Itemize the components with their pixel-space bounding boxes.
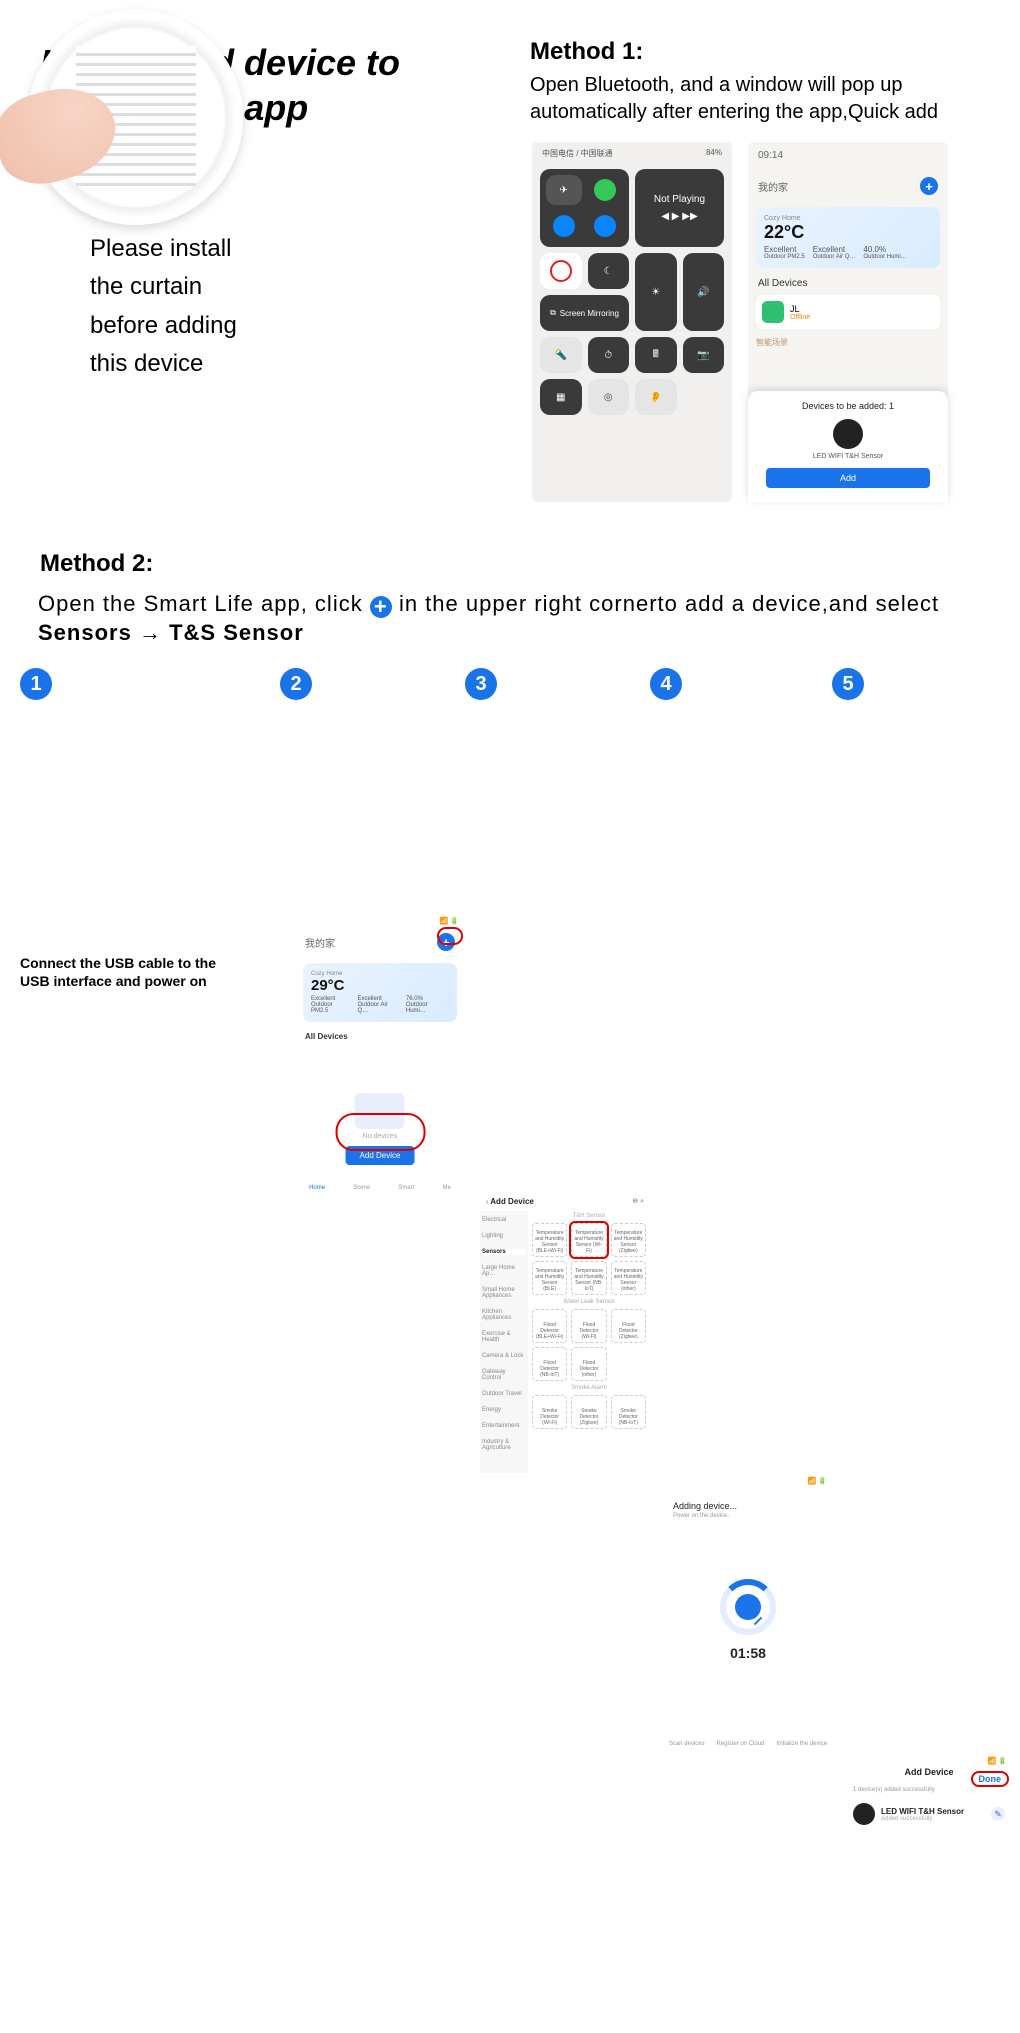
sensor-option[interactable]: Smoke Detector (Wi-Fi) [532,1395,567,1429]
banner-text: 智能场景 [756,337,940,348]
step-badge-5: 5 [832,668,864,700]
done-button[interactable]: Done [971,1771,1010,1787]
wifi-icon [553,215,575,237]
sensor-option[interactable]: Temperature and Humidity Sensor (BLE) [532,1261,567,1295]
step4-screenshot: 📶 🔋 Adding device... Power on the device… [663,1473,833,1753]
category-sidebar: ElectricalLighting Sensors Large Home Ap… [480,1211,528,1473]
sensor-option[interactable]: Temperature and Humidity Sensor (BLE+Wi-… [532,1223,567,1257]
step-badge-3: 3 [465,668,497,700]
sensor-option-selected[interactable]: Temperature and Humidity Sensor (Wi-Fi) [571,1223,606,1257]
step5-screenshot: 📶 🔋 Add Device Done 1 device(s) added su… [845,1753,1013,2033]
tab-scene[interactable]: Scene [353,1185,370,1191]
device-row[interactable]: JL Offline [756,295,940,329]
tab-smart[interactable]: Smart [398,1185,414,1191]
rotation-lock-icon [540,253,582,289]
success-summary: 1 device(s) added successfully [853,1787,1005,1793]
method1-heading: Method 1: [530,38,643,66]
device-icon [762,301,784,323]
highlight-oval [437,927,463,945]
note-line: before adding [90,307,237,345]
method1-description: Open Bluetooth, and a window will pop up… [530,72,1010,126]
added-device-row: LED WIFI T&H Sensor Added successfully ✎ [853,1803,1005,1825]
progress-steps: Scan devices Register on Cloud Initializ… [663,1741,833,1747]
sensor-option[interactable]: Flood Detector (Zigbee) [611,1309,646,1343]
plus-icon: + [370,596,392,618]
airplane-icon: ✈ [546,175,582,205]
adding-title: Adding device... [663,1485,833,1511]
do-not-disturb-icon: ☾ [588,253,630,289]
tab-home[interactable]: Home [309,1185,325,1191]
method2-description: Open the Smart Life app, click + in the … [38,590,998,647]
tab-bar: Home Scene Smart Me [295,1185,465,1191]
carrier-label: 中国电信 / 中国联通 [542,148,613,159]
edit-icon[interactable]: ✎ [991,1807,1005,1821]
sensor-option[interactable]: Flood Detector (other) [571,1347,606,1381]
step-badge-2: 2 [280,668,312,700]
timer-icon: ⏱ [588,337,630,373]
search-icon [735,1594,761,1620]
sensor-option[interactable]: Flood Detector (NB-IoT) [532,1347,567,1381]
connectivity-tile: ✈ [540,169,629,247]
step-badge-4: 4 [650,668,682,700]
time-label: 09:14 [758,150,783,161]
popup-add-button[interactable]: Add [766,468,930,488]
media-tile: Not Playing ◀ ▶ ▶▶ [635,169,724,247]
popup-title: Devices to be added: 1 [756,401,940,411]
discover-popup: Devices to be added: 1 LED WIFI T&H Sens… [748,391,948,502]
home-name: 我的家 [758,179,788,194]
battery-label: 84% [706,148,722,159]
sensor-option[interactable]: Temperature and Humidity Sensor (other) [611,1261,646,1295]
step-badge-1: 1 [20,668,52,700]
progress-spinner [720,1579,776,1635]
qr-icon: ▦ [540,379,582,415]
weather-card: Cozy Home 22°C ExcellentOutdoor PM2.5 Ex… [756,207,940,268]
bluetooth-icon [594,215,616,237]
accessibility-icon: ◎ [588,379,630,415]
screenshot-app-home: 09:14 我的家 + Cozy Home 22°C ExcellentOutd… [748,142,948,502]
all-devices-heading: All Devices [748,272,948,295]
device-icon [853,1803,875,1825]
empty-state: No devices Add Device [346,1073,415,1165]
note-line: Please install [90,230,237,268]
method2-heading: Method 2: [40,550,153,578]
step3-screenshot: ‹ Add Device⊖ ⌕ ElectricalLighting Senso… [480,1193,650,1473]
note-line: the curtain [90,268,237,306]
hearing-icon: 👂 [635,379,677,415]
adding-subtitle: Power on the device. [663,1511,833,1519]
camera-icon: 📷 [683,337,725,373]
install-note: Please install the curtain before adding… [90,230,237,384]
note-line: this device [90,345,237,383]
sensor-option[interactable]: Flood Detector (Wi-Fi) [571,1309,606,1343]
calculator-icon: 🖩 [635,337,677,373]
screen-mirroring-tile: ⧉ Screen Mirroring [540,295,629,331]
step2-screenshot: 📶 🔋 我的家+ Cozy Home 29°C ExcellentOutdoor… [295,913,465,1193]
step1-caption: Connect the USB cable to the USB interfa… [20,955,240,990]
sensor-option[interactable]: Smoke Detector (NB-IoT) [611,1395,646,1429]
sensor-option[interactable]: Smoke Detector (Zigbee) [571,1395,606,1429]
add-button[interactable]: + [920,177,938,195]
step1-photo [0,0,245,245]
timer-label: 01:58 [663,1645,833,1661]
volume-slider: 🔊 [683,253,725,331]
sensor-option[interactable]: Temperature and Humidity Sensor (NB-IoT) [571,1261,606,1295]
sensor-option[interactable]: Temperature and Humidity Sensor (Zigbee) [611,1223,646,1257]
highlight-oval [336,1113,426,1151]
flashlight-icon: 🔦 [540,337,582,373]
cellular-icon [594,179,616,201]
not-playing-label: Not Playing [654,194,705,205]
add-device-title: Add Device [904,1767,953,1777]
tab-me[interactable]: Me [443,1185,451,1191]
brightness-slider: ☀ [635,253,677,331]
device-thumb [833,419,863,449]
screenshot-control-center: 中国电信 / 中国联通 84% ✈ Not Playing ◀ ▶ ▶▶ ☾ ☀… [532,142,732,502]
device-grid: T&H Sensor Temperature and Humidity Sens… [532,1213,646,1429]
sensor-option[interactable]: Flood Detector (BLE+Wi-Fi) [532,1309,567,1343]
popup-device-name: LED WIFI T&H Sensor [756,453,940,460]
